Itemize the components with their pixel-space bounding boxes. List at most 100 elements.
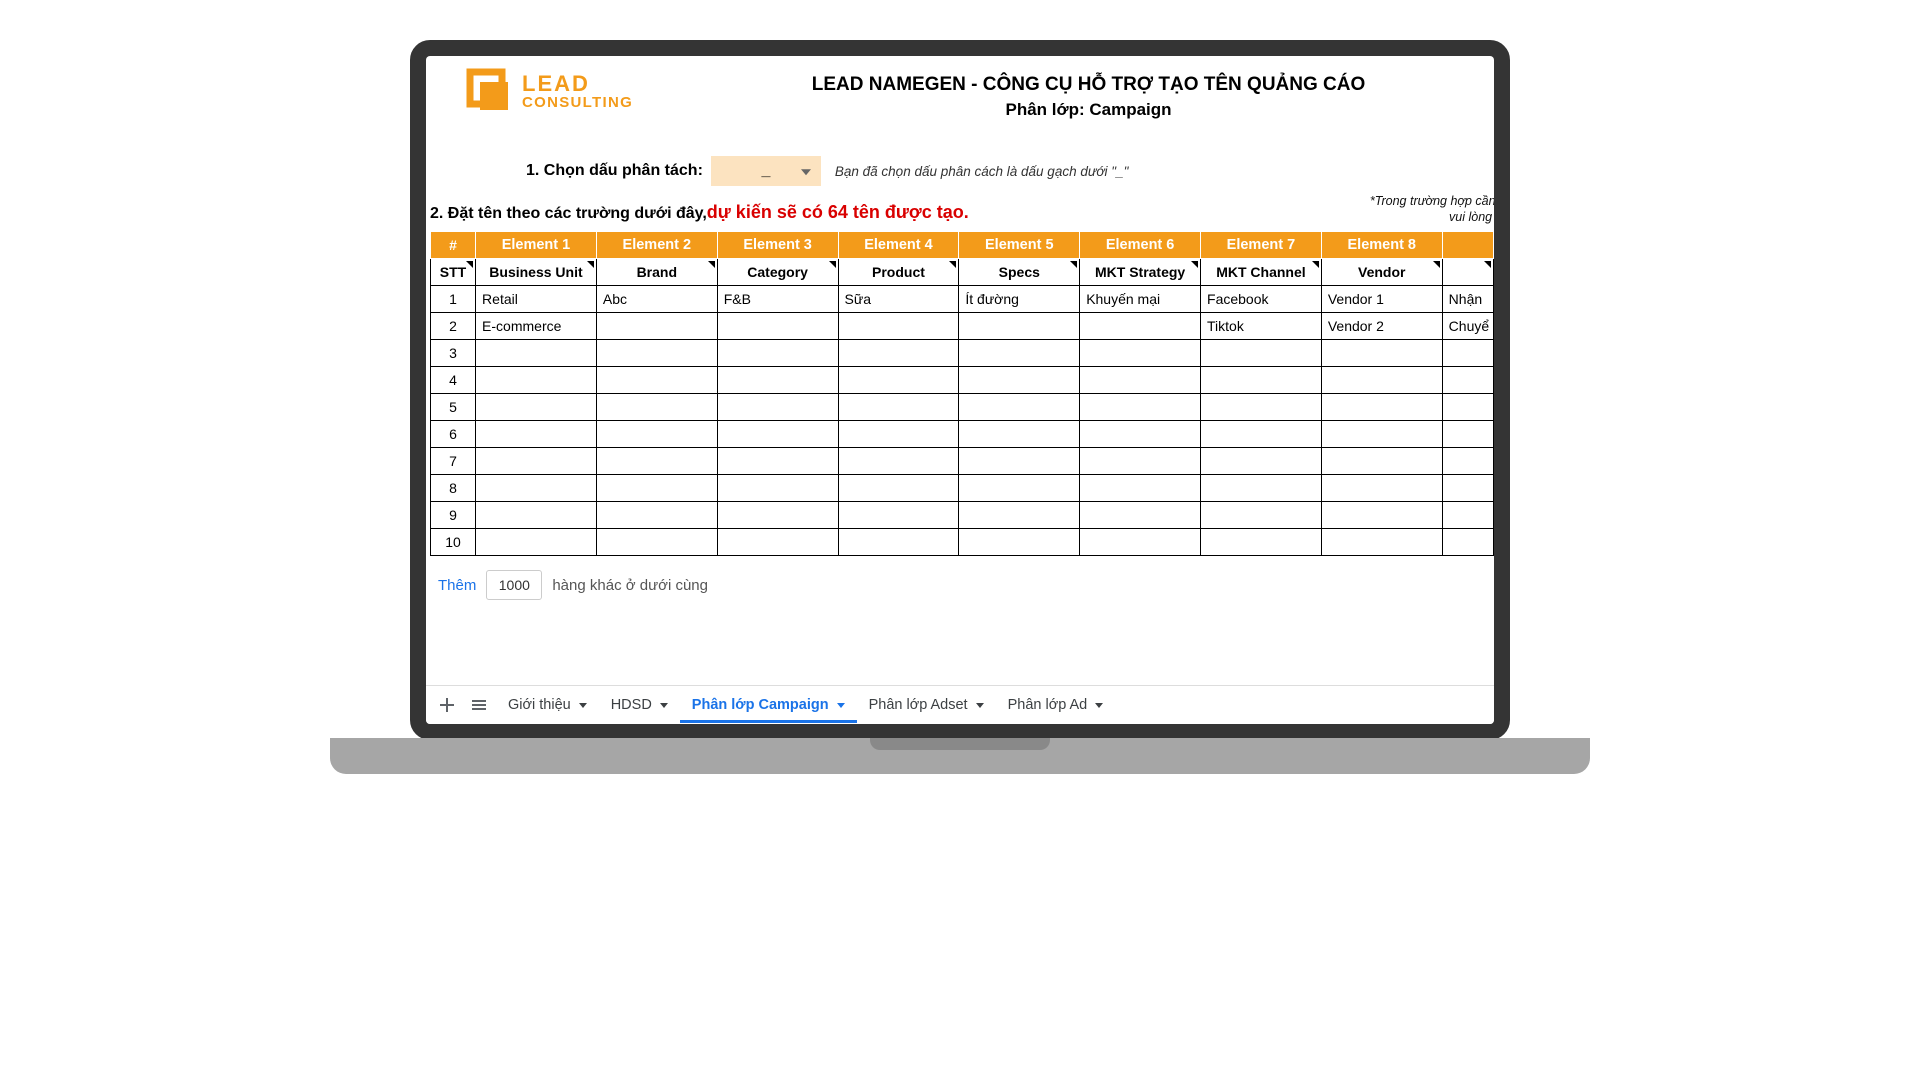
cell-stt[interactable]: 4 [431,367,476,394]
table-cell[interactable] [1080,340,1201,367]
table-cell[interactable] [1201,529,1322,556]
cell-stt[interactable]: 10 [431,529,476,556]
table-cell[interactable] [838,313,959,340]
table-cell[interactable]: F&B [717,286,838,313]
table-cell[interactable] [1321,394,1442,421]
header-element-4[interactable]: Element 4 [838,232,959,259]
table-cell[interactable] [1080,313,1201,340]
table-cell[interactable] [1321,421,1442,448]
table-cell[interactable] [476,475,597,502]
cell-stt[interactable]: 7 [431,448,476,475]
table-cell[interactable] [1442,448,1493,475]
table-cell[interactable]: Retail [476,286,597,313]
chevron-down-icon[interactable] [579,703,587,708]
table-cell[interactable] [838,502,959,529]
sheet-tab[interactable]: Phân lớp Campaign [680,687,857,723]
cell-stt[interactable]: 1 [431,286,476,313]
header-element-7[interactable]: Element 7 [1201,232,1322,259]
cell-stt[interactable]: 6 [431,421,476,448]
table-cell[interactable] [596,529,717,556]
table-cell[interactable] [959,421,1080,448]
table-cell[interactable]: Chuyể [1442,313,1493,340]
header-field-mkt-strategy[interactable]: MKT Strategy [1080,259,1201,286]
chevron-down-icon[interactable] [660,703,668,708]
table-cell[interactable] [838,340,959,367]
table-cell[interactable] [1080,367,1201,394]
table-cell[interactable] [1321,448,1442,475]
header-field-mkt-channel[interactable]: MKT Channel [1201,259,1322,286]
table-cell[interactable]: Vendor 1 [1321,286,1442,313]
table-cell[interactable] [596,340,717,367]
table-cell[interactable]: Ít đường [959,286,1080,313]
table-cell[interactable]: Vendor 2 [1321,313,1442,340]
table-cell[interactable] [959,313,1080,340]
table-cell[interactable] [717,313,838,340]
cell-stt[interactable]: 8 [431,475,476,502]
table-cell[interactable] [717,475,838,502]
header-field-vendor[interactable]: Vendor [1321,259,1442,286]
table-cell[interactable]: Facebook [1201,286,1322,313]
table-cell[interactable] [1080,394,1201,421]
table-cell[interactable] [959,394,1080,421]
header-element-1[interactable]: Element 1 [476,232,597,259]
table-cell[interactable]: Nhận [1442,286,1493,313]
table-cell[interactable] [717,394,838,421]
table-cell[interactable] [1442,340,1493,367]
table-cell[interactable] [1080,475,1201,502]
table-cell[interactable] [717,448,838,475]
table-cell[interactable] [838,394,959,421]
table-cell[interactable] [1201,475,1322,502]
cell-stt[interactable]: 9 [431,502,476,529]
sheet-tab[interactable]: Phân lớp Ad [996,687,1116,723]
header-field-business-unit[interactable]: Business Unit [476,259,597,286]
header-field-category[interactable]: Category [717,259,838,286]
table-cell[interactable] [1442,367,1493,394]
header-field-extra[interactable] [1442,259,1493,286]
table-cell[interactable] [717,421,838,448]
header-element-9[interactable] [1442,232,1493,259]
table-cell[interactable] [596,502,717,529]
chevron-down-icon[interactable] [976,703,984,708]
table-cell[interactable] [959,448,1080,475]
table-cell[interactable] [1201,367,1322,394]
table-cell[interactable] [1442,394,1493,421]
table-cell[interactable] [476,340,597,367]
sheet-tab[interactable]: HDSD [599,687,680,723]
table-cell[interactable] [1080,529,1201,556]
sheet-tab[interactable]: Phân lớp Adset [857,687,996,723]
table-cell[interactable] [838,367,959,394]
header-element-2[interactable]: Element 2 [596,232,717,259]
cell-stt[interactable]: 3 [431,340,476,367]
table-cell[interactable]: Abc [596,286,717,313]
table-cell[interactable] [838,529,959,556]
table-cell[interactable] [717,529,838,556]
table-cell[interactable] [596,475,717,502]
table-cell[interactable] [1442,529,1493,556]
table-cell[interactable] [1201,394,1322,421]
header-element-5[interactable]: Element 5 [959,232,1080,259]
table-cell[interactable] [1442,475,1493,502]
table-cell[interactable] [1201,421,1322,448]
chevron-down-icon[interactable] [837,703,845,708]
table-cell[interactable] [717,502,838,529]
table-cell[interactable] [476,502,597,529]
table-cell[interactable] [596,421,717,448]
chevron-down-icon[interactable] [1095,703,1103,708]
table-cell[interactable] [959,340,1080,367]
table-cell[interactable] [1201,502,1322,529]
table-cell[interactable] [1080,502,1201,529]
table-cell[interactable]: E-commerce [476,313,597,340]
table-cell[interactable] [838,448,959,475]
header-field-specs[interactable]: Specs [959,259,1080,286]
table-cell[interactable] [1321,340,1442,367]
add-rows-input[interactable] [486,570,542,600]
header-element-8[interactable]: Element 8 [1321,232,1442,259]
table-cell[interactable] [959,529,1080,556]
table-cell[interactable] [1442,421,1493,448]
table-cell[interactable] [1080,448,1201,475]
table-cell[interactable] [476,529,597,556]
cell-stt[interactable]: 2 [431,313,476,340]
table-cell[interactable] [1080,421,1201,448]
table-cell[interactable]: Khuyến mại [1080,286,1201,313]
table-cell[interactable] [1321,529,1442,556]
